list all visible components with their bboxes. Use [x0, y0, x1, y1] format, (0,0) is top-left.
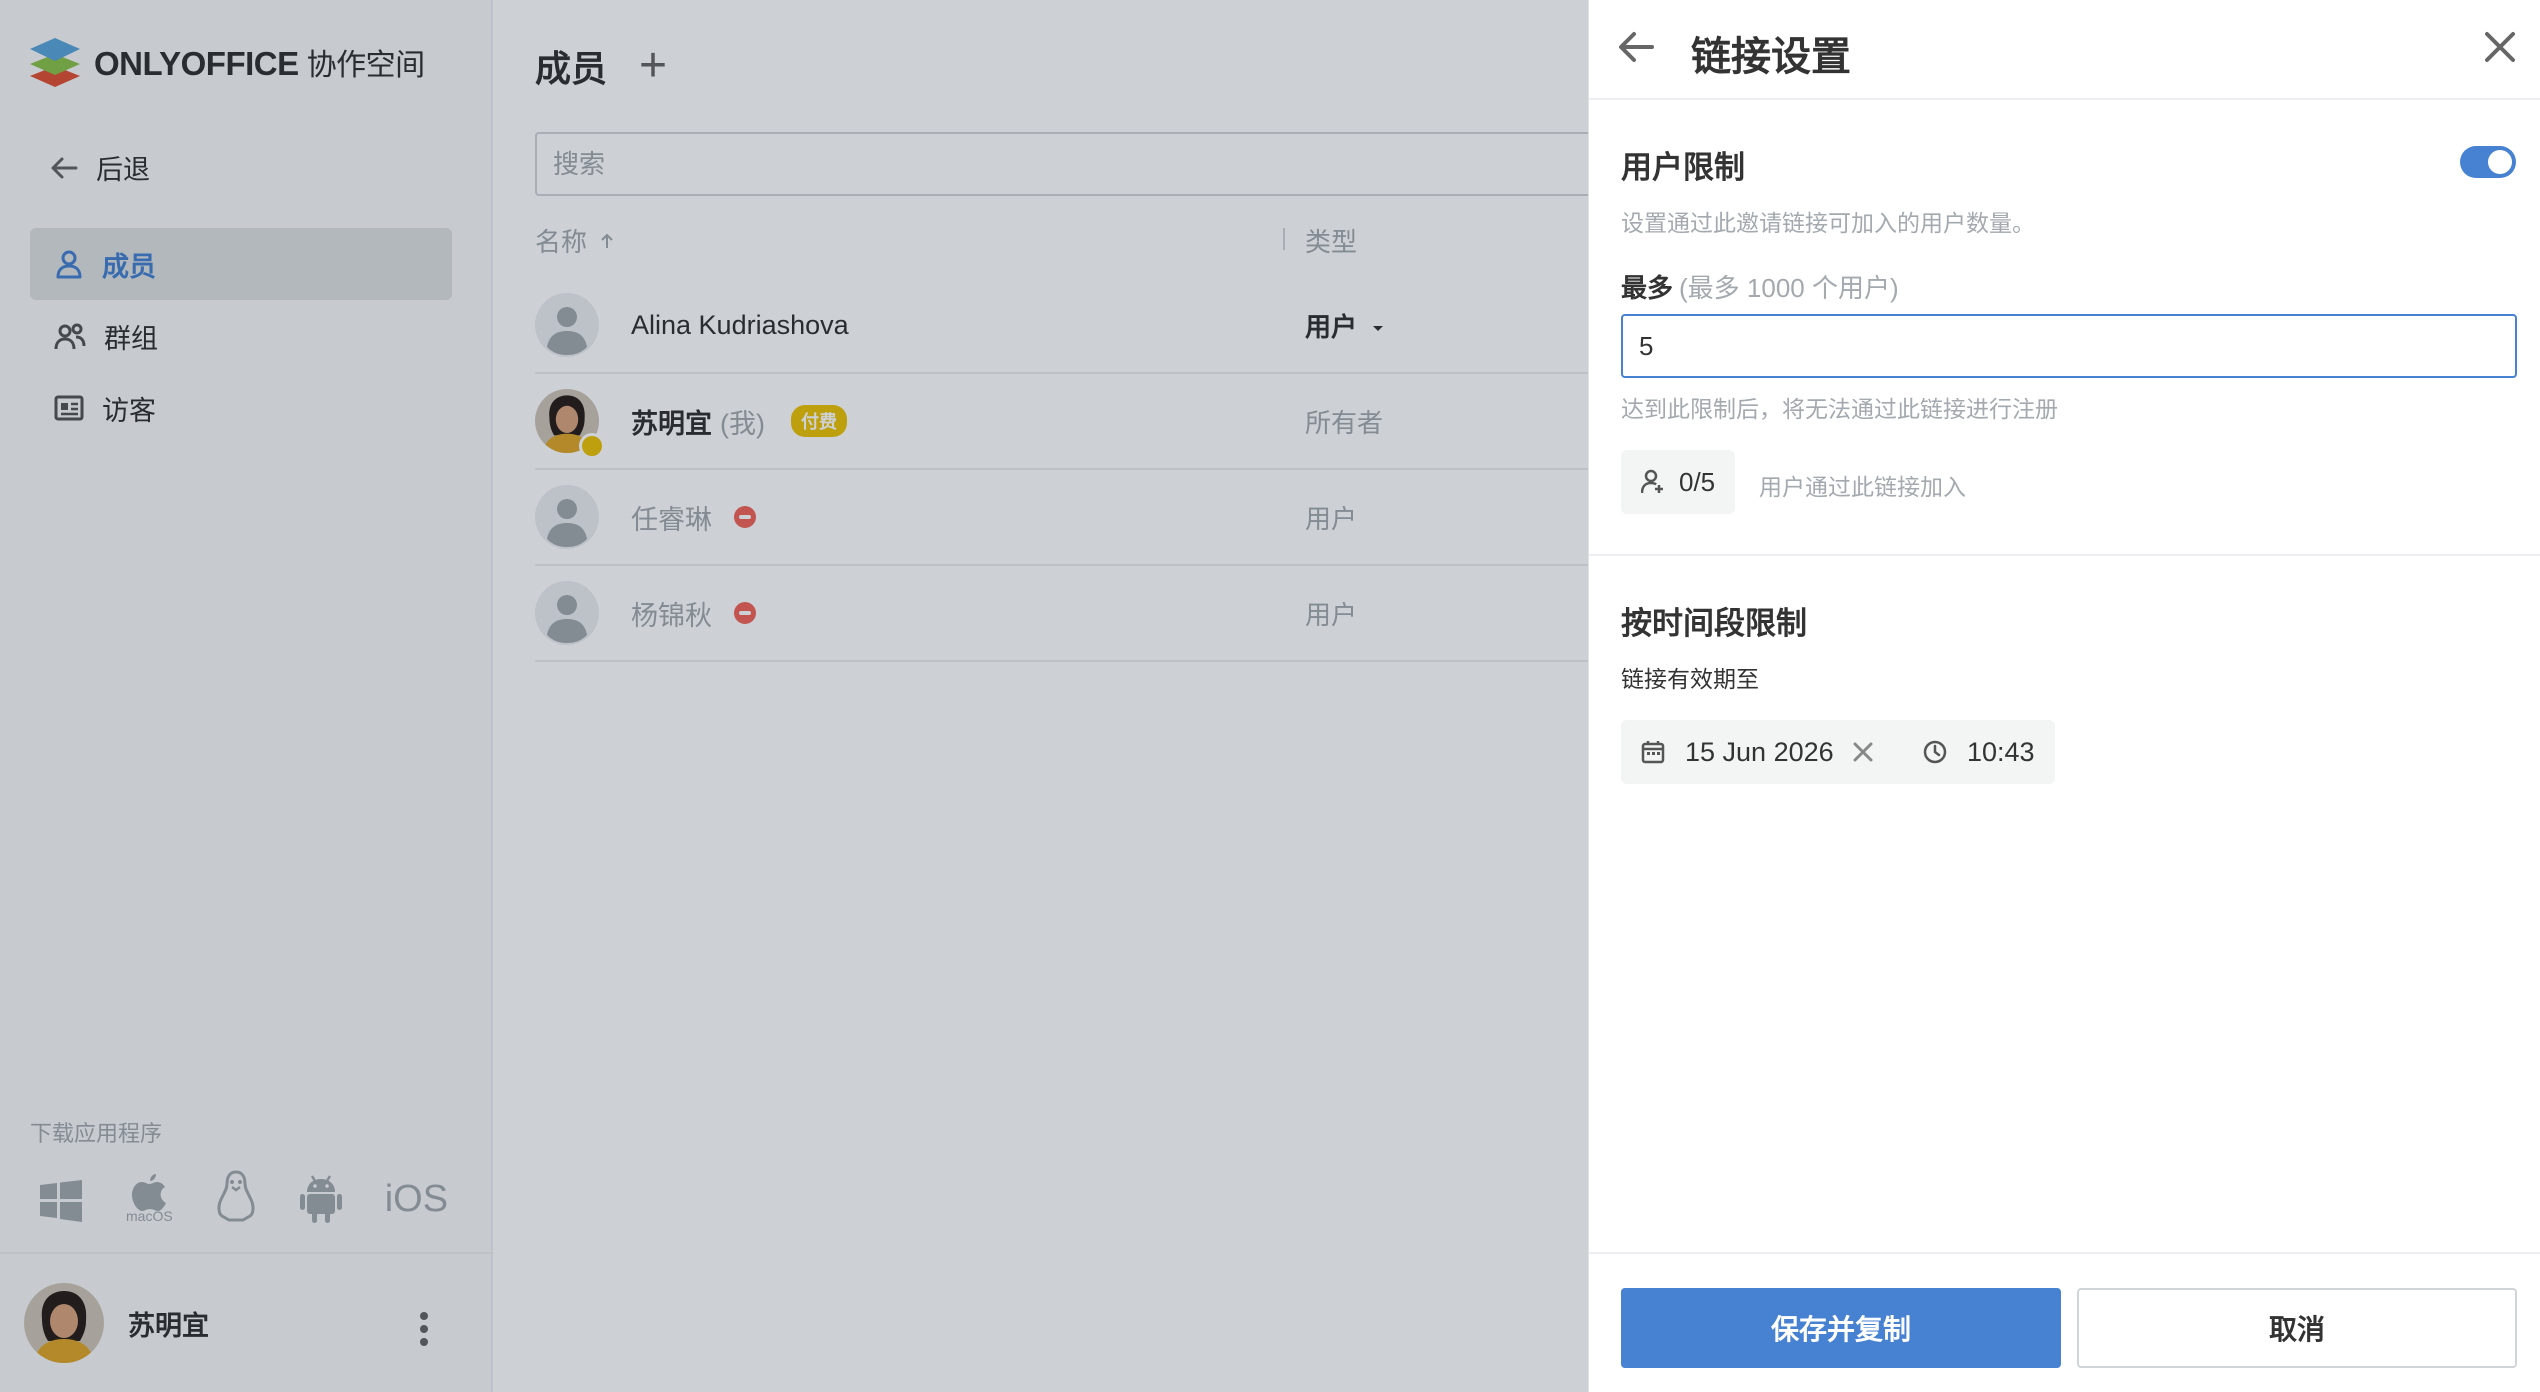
person-add-icon: [1641, 469, 1663, 494]
max-users-hint: (最多 1000 个用户): [1679, 273, 1899, 303]
limit-warning: 达到此限制后，将无法通过此链接进行注册: [1621, 396, 2058, 422]
panel-footer: 保存并复制 取消: [1589, 1252, 2540, 1392]
date-picker[interactable]: 15 Jun 2026: [1621, 720, 1914, 784]
link-settings-panel: 链接设置 用户限制 设置通过此邀请链接可加入的用户数量。 最多 (最多 1000 …: [1588, 0, 2540, 1392]
time-picker[interactable]: 10:43: [1903, 720, 2055, 784]
panel-header: 链接设置: [1589, 0, 2540, 100]
app-window: ONLYOFFICE 协作空间 后退 成员 群组 访客 下载应用程序 macOS…: [0, 0, 2540, 1392]
user-limit-description: 设置通过此邀请链接可加入的用户数量。: [1621, 210, 2035, 236]
time-limit-title: 按时间段限制: [1621, 606, 1807, 641]
time-limit-description: 链接有效期至: [1621, 666, 1759, 692]
modal-backdrop[interactable]: [0, 0, 1588, 1392]
arrow-left-icon[interactable]: [1617, 30, 1655, 64]
max-users-label: 最多 (最多 1000 个用户): [1621, 273, 1899, 303]
date-value: 15 Jun 2026: [1685, 736, 1834, 767]
user-limit-toggle[interactable]: [2460, 146, 2516, 178]
panel-title: 链接设置: [1691, 35, 1851, 79]
close-icon: [1853, 742, 1873, 762]
max-users-input[interactable]: [1621, 314, 2517, 378]
joined-counter: 0/5: [1621, 450, 1736, 514]
time-value: 10:43: [1967, 736, 2035, 767]
clear-date-button[interactable]: [1852, 741, 1894, 763]
joined-note: 用户通过此链接加入: [1759, 474, 1966, 500]
section-divider: [1589, 554, 2540, 556]
close-icon[interactable]: [2483, 30, 2517, 64]
save-and-copy-button[interactable]: 保存并复制: [1621, 1288, 2061, 1368]
calendar-icon: [1641, 741, 1665, 764]
cancel-button[interactable]: 取消: [2077, 1288, 2517, 1368]
joined-count: 0/5: [1679, 466, 1716, 497]
user-limit-title: 用户限制: [1621, 150, 1745, 185]
clock-icon: [1923, 740, 1947, 764]
